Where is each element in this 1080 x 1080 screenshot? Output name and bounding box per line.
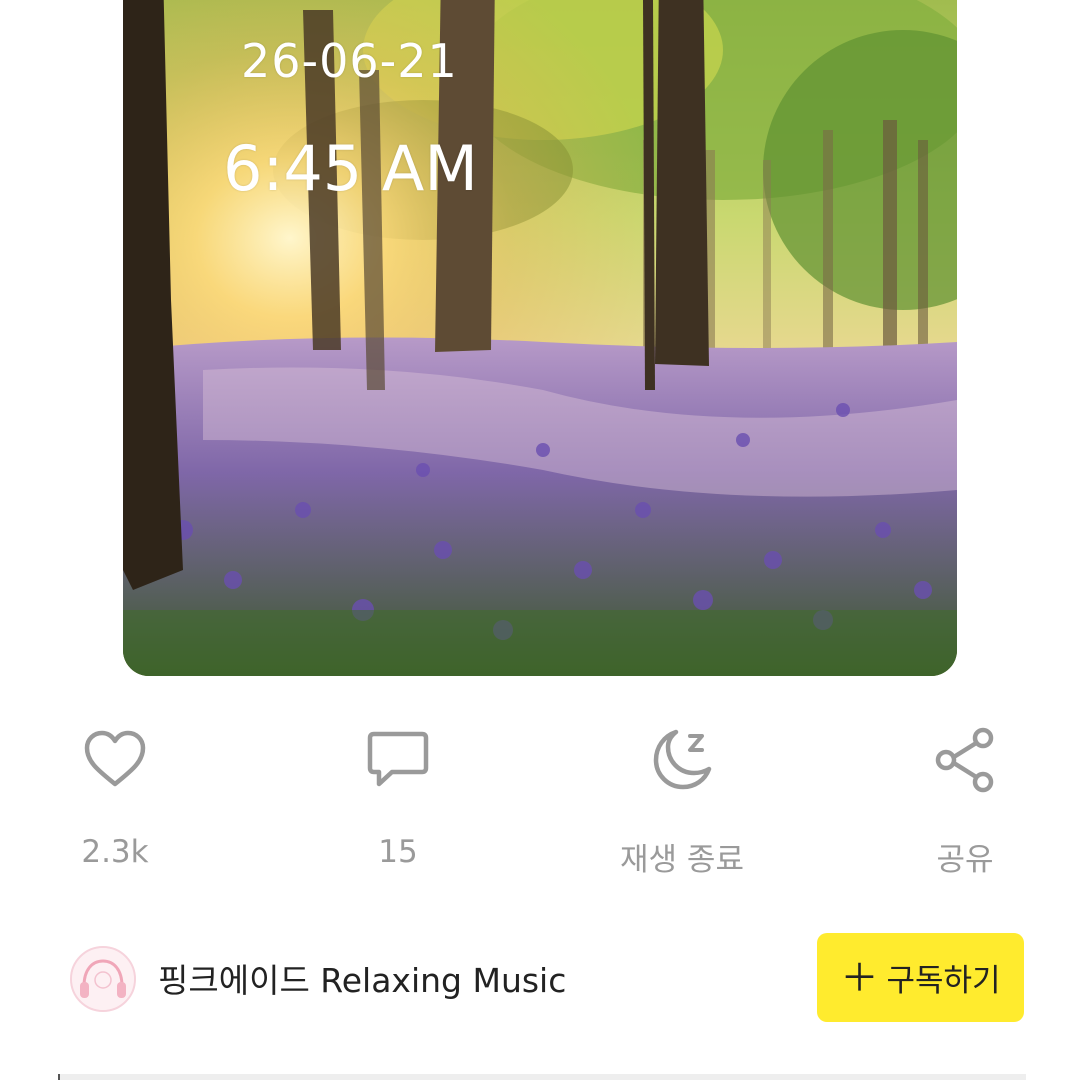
like-count: 2.3k [81,834,149,870]
share-icon [935,727,994,793]
comment-button[interactable]: 15 [328,724,468,870]
subscribe-button[interactable]: ＋ 구독하기 [817,933,1024,1022]
artwork-date-overlay: 26-06-21 [241,34,458,88]
comment-count: 15 [378,834,418,870]
artwork-time-overlay: 6:45 AM [223,132,478,205]
channel-name[interactable]: 핑크에이드 Relaxing Music [158,954,566,1002]
sleep-timer-label: 재생 종료 [620,842,744,878]
forest-bluebell-image [123,0,957,676]
pink-headphones-logo [72,948,134,1010]
subscribe-label: 구독하기 [886,963,1001,999]
plus-icon: ＋ [840,955,879,1000]
like-button[interactable]: 2.3k [45,724,185,870]
heart-icon [84,730,146,787]
video-detail-screen: 26-06-21 6:45 AM 2.3k 15 재생 종료 공유 핑크에이드 … [0,0,1080,1080]
video-thumbnail[interactable]: 26-06-21 6:45 AM [123,0,957,676]
share-label: 공유 [936,842,994,878]
bottom-divider [58,1074,1026,1080]
channel-avatar[interactable] [70,946,136,1012]
share-button[interactable]: 공유 [895,724,1035,879]
chat-bubble-icon [367,731,429,787]
sleep-timer-button[interactable]: 재생 종료 [612,724,752,879]
moon-sleep-icon [653,729,712,790]
